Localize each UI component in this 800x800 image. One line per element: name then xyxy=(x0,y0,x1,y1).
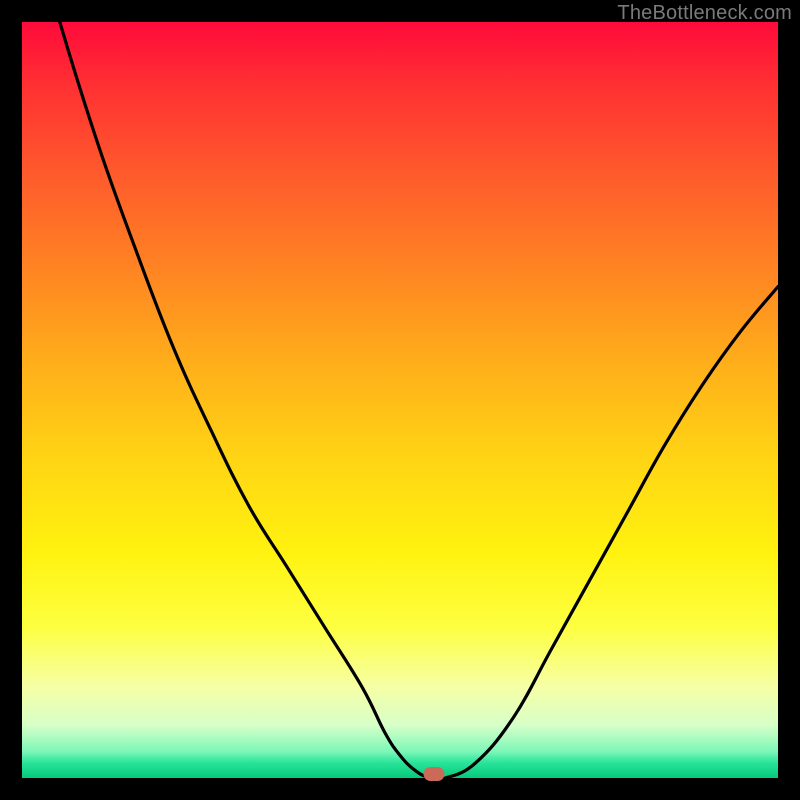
chart-container: TheBottleneck.com xyxy=(0,0,800,800)
plot-area xyxy=(22,22,778,778)
optimal-point-marker xyxy=(424,767,445,781)
bottleneck-curve xyxy=(22,0,778,780)
curve-svg xyxy=(22,22,778,778)
